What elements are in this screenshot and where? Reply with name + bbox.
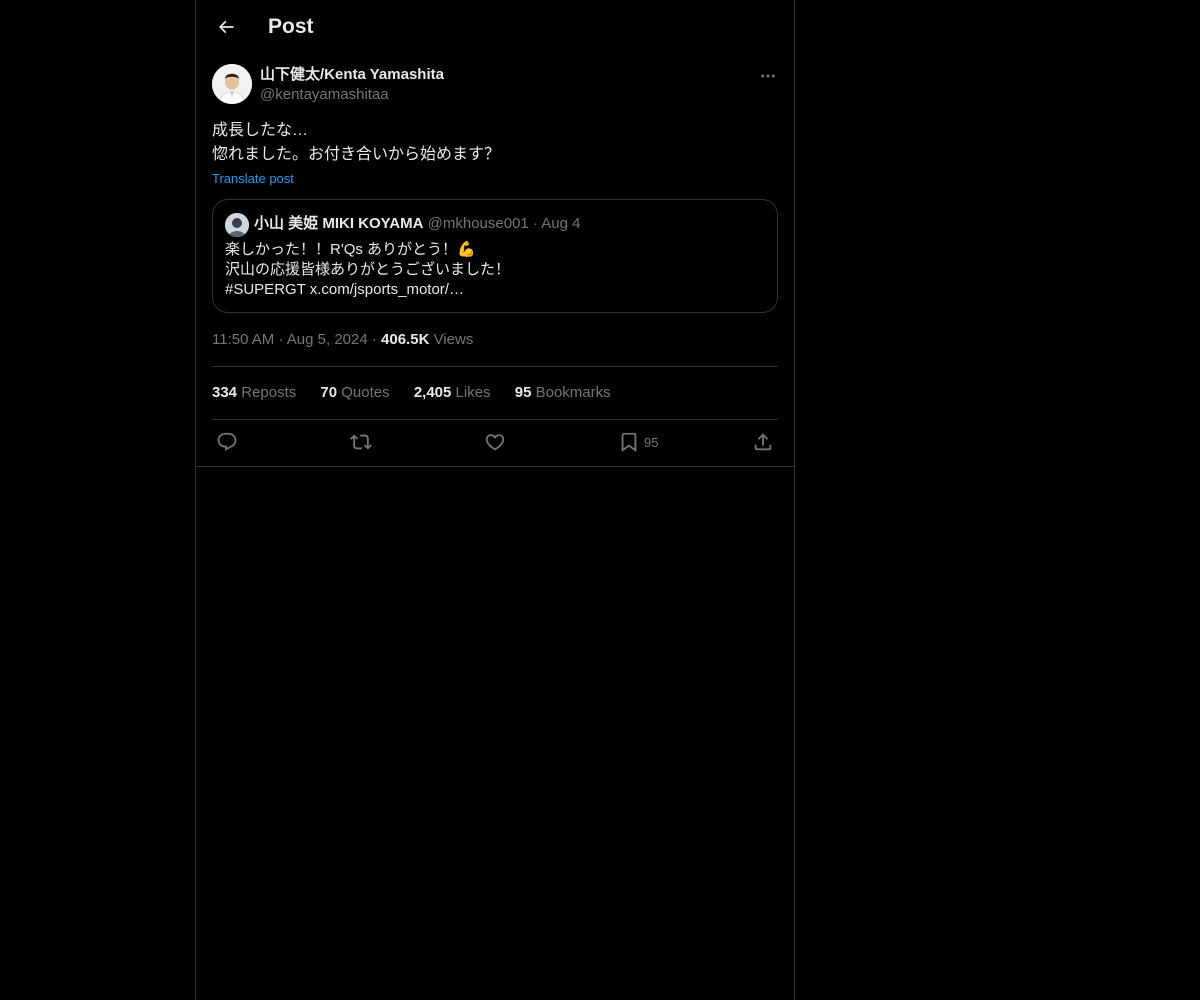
likes-label: Likes xyxy=(455,384,491,401)
post-time[interactable]: 11:50 AM xyxy=(212,331,274,348)
quoted-post-card[interactable]: 小山 美姫 MIKI KOYAMA @mkhouse001 · Aug 4 楽し… xyxy=(212,199,778,313)
quote-author-avatar xyxy=(225,213,249,237)
engagement-stats: 334 Reposts 70 Quotes 2,405 Likes 95 Boo… xyxy=(212,383,631,403)
more-horizontal-icon xyxy=(761,74,775,78)
author-handle[interactable]: @kentayamashitaa xyxy=(260,85,389,105)
quote-author-handle: @mkhouse001 xyxy=(427,215,529,232)
post-column: Post 山下健太/Kenta Yamashita @kentayamashit… xyxy=(195,0,795,1000)
bookmark-button[interactable]: 95 xyxy=(618,431,658,453)
bookmarks-label: Bookmarks xyxy=(535,384,611,401)
repost-icon xyxy=(350,434,372,450)
reposts-stat[interactable]: 334 Reposts xyxy=(212,384,296,401)
quotes-count: 70 xyxy=(320,384,338,401)
quote-avatar-photo-icon xyxy=(225,213,249,237)
avatar-photo-icon xyxy=(212,64,252,104)
top-bar: Post xyxy=(196,0,794,54)
heart-icon xyxy=(485,434,505,451)
quotes-stat[interactable]: 70 Quotes xyxy=(320,384,389,401)
quote-author-name: 小山 美姫 MIKI KOYAMA xyxy=(254,215,424,232)
quotes-label: Quotes xyxy=(341,384,390,401)
author-name[interactable]: 山下健太/Kenta Yamashita xyxy=(260,65,444,85)
quote-line: 楽しかった！！R'Qs ありがとう！💪 xyxy=(225,241,476,258)
page-title: Post xyxy=(268,15,314,38)
meta-separator: · xyxy=(278,331,287,348)
meta-separator: · xyxy=(371,331,382,348)
bookmark-count: 95 xyxy=(644,434,659,450)
bookmark-icon xyxy=(621,432,637,453)
reply-button[interactable] xyxy=(216,431,238,453)
divider xyxy=(212,419,778,420)
author-avatar[interactable] xyxy=(212,64,252,104)
likes-count: 2,405 xyxy=(413,384,452,401)
arrow-left-icon xyxy=(218,20,234,34)
quote-text: 楽しかった！！R'Qs ありがとう！💪 沢山の応援皆様ありがとうございました！ … xyxy=(225,240,510,300)
divider xyxy=(212,366,778,367)
reposts-label: Reposts xyxy=(241,384,297,401)
post-text: 成長したな… 惚れました。お付き合いから始めます？ xyxy=(212,122,501,163)
quote-date: Aug 4 xyxy=(541,215,581,232)
quote-header: 小山 美姫 MIKI KOYAMA @mkhouse001 · Aug 4 xyxy=(254,214,580,234)
quote-line: #SUPERGT x.com/jsports_motor/… xyxy=(225,281,464,298)
back-button[interactable] xyxy=(208,9,244,45)
share-button[interactable] xyxy=(752,431,774,453)
action-bar: 95 xyxy=(196,428,794,458)
reposts-count: 334 xyxy=(212,384,238,401)
post-date[interactable]: Aug 5, 2024 xyxy=(287,331,368,348)
repost-button[interactable] xyxy=(350,431,372,453)
like-button[interactable] xyxy=(484,431,506,453)
likes-stat[interactable]: 2,405 Likes xyxy=(414,384,491,401)
share-icon xyxy=(754,433,772,451)
reply-icon xyxy=(217,432,237,451)
views-count: 406.5K xyxy=(381,331,430,348)
bookmarks-stat[interactable]: 95 Bookmarks xyxy=(515,384,611,401)
views-label: Views xyxy=(433,331,474,348)
more-options-button[interactable] xyxy=(754,62,782,90)
bookmarks-count: 95 xyxy=(514,384,532,401)
divider xyxy=(196,466,794,467)
quote-line: 沢山の応援皆様ありがとうございました！ xyxy=(225,261,511,278)
post-meta: 11:50 AM · Aug 5, 2024 · 406.5K Views xyxy=(212,330,473,350)
translate-post-link[interactable]: Translate post xyxy=(212,170,294,188)
